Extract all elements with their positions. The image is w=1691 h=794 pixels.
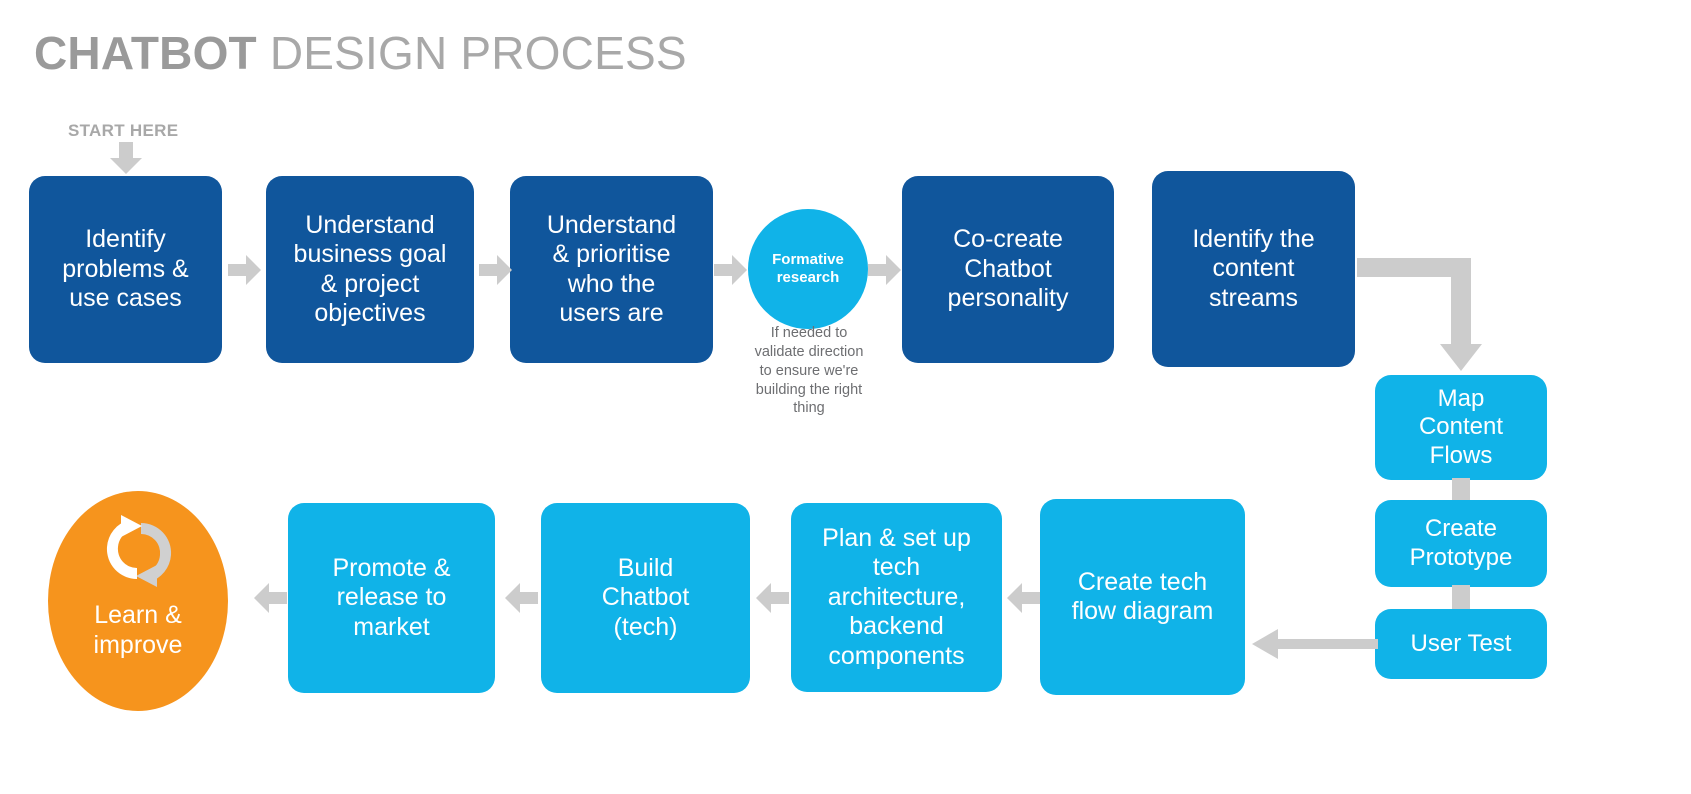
node-plan-tech-architecture[interactable]: Plan & set up tech architecture, backend… xyxy=(791,503,1002,692)
arrow-left-icon xyxy=(254,583,287,613)
node-label: Identify the content streams xyxy=(1192,224,1315,312)
node-label: Co-create Chatbot personality xyxy=(947,225,1069,313)
node-label: User Test xyxy=(1410,629,1512,657)
arrow-left-icon xyxy=(756,583,789,613)
node-create-tech-flow-diagram[interactable]: Create tech flow diagram xyxy=(1040,499,1245,695)
connector-vertical xyxy=(1452,585,1470,611)
node-understand-business-goal[interactable]: Understand business goal & project objec… xyxy=(266,176,474,363)
arrow-left-icon xyxy=(505,583,538,613)
arrow-left-icon xyxy=(1007,583,1040,613)
node-build-chatbot[interactable]: Build Chatbot (tech) xyxy=(541,503,750,693)
node-label: Identify problems & use cases xyxy=(62,225,189,313)
node-understand-users[interactable]: Understand & prioritise who the users ar… xyxy=(510,176,713,363)
node-map-content-flows[interactable]: Map Content Flows xyxy=(1375,375,1547,480)
node-label: Formative research xyxy=(772,250,844,286)
node-label: Understand business goal & project objec… xyxy=(293,210,447,328)
node-promote-release[interactable]: Promote & release to market xyxy=(288,503,495,693)
elbow-arrow-right-down-icon xyxy=(1357,258,1482,371)
node-create-prototype[interactable]: Create Prototype xyxy=(1375,500,1547,587)
node-identify-content-streams[interactable]: Identify the content streams xyxy=(1152,171,1355,367)
arrow-right-icon xyxy=(479,255,512,285)
node-label: Plan & set up tech architecture, backend… xyxy=(822,523,971,670)
node-label: Understand & prioritise who the users ar… xyxy=(546,210,677,328)
arrow-right-icon xyxy=(868,255,901,285)
node-user-test[interactable]: User Test xyxy=(1375,609,1547,679)
node-label: Promote & release to market xyxy=(332,553,451,641)
node-co-create-personality[interactable]: Co-create Chatbot personality xyxy=(902,176,1114,363)
arrow-down-icon xyxy=(110,142,142,174)
diagram-canvas: CHATBOT DESIGN PROCESS START HERE Identi… xyxy=(0,0,1691,794)
arrow-right-icon xyxy=(228,255,261,285)
node-formative-research[interactable]: Formative research xyxy=(748,209,868,329)
arrow-right-icon xyxy=(714,255,747,285)
node-label: Map Content Flows xyxy=(1418,385,1504,469)
cycle-refresh-icon xyxy=(106,515,172,587)
node-label: Build Chatbot (tech) xyxy=(601,553,690,641)
node-label: Learn & improve xyxy=(93,601,183,659)
start-here-label: START HERE xyxy=(68,121,179,140)
node-label: Create tech flow diagram xyxy=(1071,567,1214,626)
formative-research-caption: If needed to validate direction to ensur… xyxy=(754,325,864,417)
arrow-left-icon xyxy=(1252,629,1378,659)
node-label: Create Prototype xyxy=(1409,515,1513,571)
page-title: CHATBOT DESIGN PROCESS xyxy=(34,28,687,79)
node-identify-problems[interactable]: Identify problems & use cases xyxy=(29,176,222,363)
title-bold-part: CHATBOT xyxy=(34,27,257,79)
title-light-part: DESIGN PROCESS xyxy=(256,27,687,79)
